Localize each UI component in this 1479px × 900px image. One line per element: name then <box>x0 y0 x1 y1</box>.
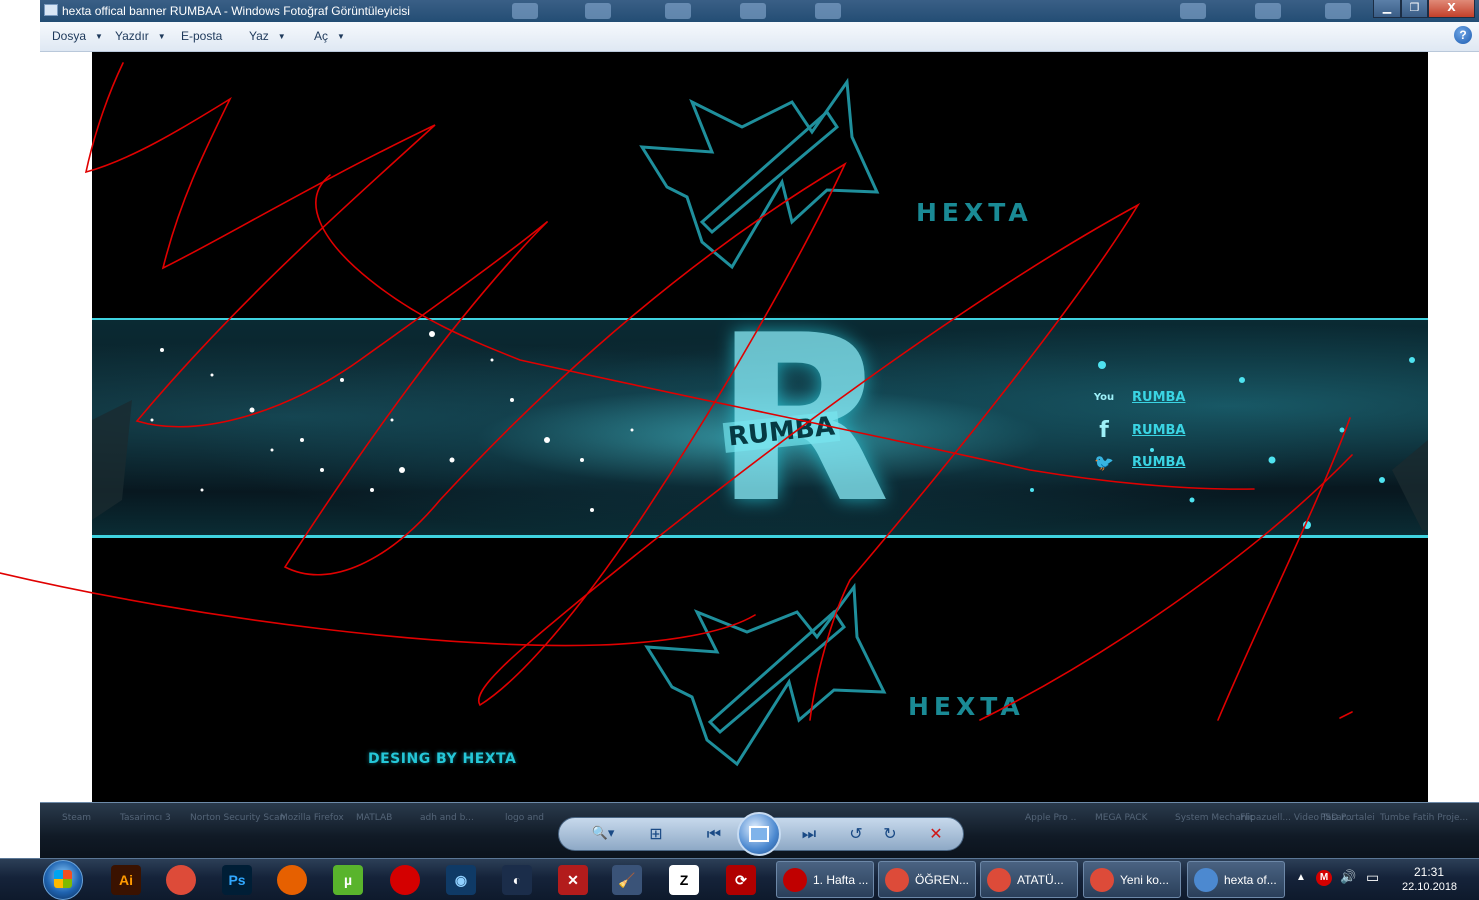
task-chrome-3-icon <box>1090 868 1114 892</box>
rotate-clockwise-button[interactable]: ↻ <box>875 822 905 846</box>
blurred-desktop-label: logo and <box>505 813 545 823</box>
viewer-control-bar: Steam Tasarimcı 3 Norton Security Scan M… <box>40 802 1479 859</box>
brand-text-top: HEXTA <box>916 198 1033 227</box>
blurred-desktop-label: Mozilla Firefox <box>280 813 344 823</box>
hexta-logo-top <box>639 77 880 270</box>
brand-text-bottom: HEXTA <box>908 692 1025 721</box>
ghost-desktop-icon <box>665 3 691 19</box>
banner-image: HEXTA HEXTA DESING BY HEXTA You RUMBA f … <box>92 52 1428 802</box>
social-label: RUMBA <box>1132 423 1186 438</box>
sync-icon[interactable]: ⟳ <box>726 865 756 895</box>
task-label: hexta of... <box>1224 873 1277 887</box>
hexta-logo-bottom <box>644 582 887 767</box>
minimize-button[interactable]: ▁ <box>1373 0 1401 18</box>
cinema4d-icon[interactable]: ◐ <box>502 865 532 895</box>
close-button[interactable]: X <box>1428 0 1475 18</box>
task-label: 1. Hafta ... <box>813 873 869 887</box>
ghost-desktop-icon <box>1180 3 1206 19</box>
menu-ac[interactable]: Aç ▼ <box>314 29 345 43</box>
menu-bar: Dosya ▼ Yazdır ▼ E-posta Yaz ▼ Aç ▼ ? <box>40 22 1479 52</box>
design-credit-text: DESING BY HEXTA <box>368 751 517 767</box>
blurred-desktop-label: adh and b... <box>420 813 474 823</box>
cleaner-icon[interactable]: 🧹 <box>612 865 642 895</box>
chevron-down-icon: ▼ <box>337 32 345 41</box>
ghost-desktop-icon <box>815 3 841 19</box>
illustrator-icon[interactable]: Ai <box>111 865 141 895</box>
blurred-desktop-label: MATLAB <box>356 813 393 823</box>
photoshop-icon[interactable]: Ps <box>222 865 252 895</box>
camera-app-icon[interactable]: ◉ <box>446 865 476 895</box>
zoom-button[interactable]: 🔍▾ <box>585 822 621 846</box>
record-icon[interactable] <box>390 865 420 895</box>
rotate-counterclockwise-button[interactable]: ↺ <box>841 822 871 846</box>
utorrent-icon[interactable]: µ <box>333 865 363 895</box>
blurred-desktop-label: Apple Pro .. <box>1025 813 1077 823</box>
blurred-desktop-label: Tumbe Fatih Proje... <box>1380 813 1469 823</box>
windows-logo-icon <box>54 870 72 888</box>
taskbar: Ai Ps µ ◉ ◐ ✕ 🧹 Z ⟳ 1. Hafta ... ÖĞREN... ATATÜ...… <box>0 858 1479 900</box>
firefox-icon[interactable] <box>277 865 307 895</box>
task-photo-viewer-icon <box>1194 868 1218 892</box>
maximize-button[interactable]: ❐ <box>1401 0 1428 18</box>
task-label: ATATÜ... <box>1017 873 1064 887</box>
menu-e-posta[interactable]: E-posta <box>181 29 222 43</box>
help-icon[interactable]: ? <box>1454 26 1472 44</box>
menu-yazdir[interactable]: Yazdır ▼ <box>115 29 166 43</box>
ghost-desktop-icon <box>740 3 766 19</box>
task-chrome-1[interactable]: ÖĞREN... <box>878 861 976 898</box>
volume-icon[interactable]: 🔊 <box>1340 869 1356 885</box>
slideshow-icon <box>749 826 769 842</box>
chevron-down-icon: ▼ <box>157 32 166 41</box>
ghost-desktop-icon <box>512 3 538 19</box>
social-label: RUMBA <box>1132 455 1186 470</box>
previous-button[interactable]: ⏮ <box>694 822 734 846</box>
system-tray: ▲ M 🔊 ▭ 21:31 22.10.2018 <box>1290 859 1479 900</box>
delete-button[interactable]: ✕ <box>921 822 951 846</box>
photo-viewer-app-icon <box>44 4 58 16</box>
start-button[interactable] <box>43 860 83 900</box>
chevron-down-icon: ▼ <box>95 32 103 41</box>
chevron-down-icon: ▼ <box>277 32 286 41</box>
mega-icon[interactable]: M <box>1316 870 1332 886</box>
slideshow-button[interactable] <box>737 812 781 856</box>
show-hidden-icons-button[interactable]: ▲ <box>1296 872 1306 883</box>
task-label: Yeni ko... <box>1120 873 1169 887</box>
task-chrome-2[interactable]: ATATÜ... <box>980 861 1078 898</box>
task-pdf[interactable]: 1. Hafta ... <box>776 861 874 898</box>
blurred-desktop-label: Norton Security Scan <box>190 813 286 823</box>
task-chrome-3[interactable]: Yeni ko... <box>1083 861 1181 898</box>
next-button[interactable]: ⏭ <box>789 822 829 846</box>
ghost-desktop-icon <box>1325 3 1351 19</box>
task-label: ÖĞREN... <box>915 873 970 887</box>
facebook-icon: f <box>1099 418 1109 443</box>
clock-date[interactable]: 22.10.2018 <box>1402 881 1457 893</box>
menu-yaz[interactable]: Yaz ▼ <box>249 29 286 43</box>
ghost-desktop-icon <box>585 3 611 19</box>
blurred-desktop-label: Tasarimcı 3 <box>120 813 171 823</box>
ghost-desktop-icon <box>1255 3 1281 19</box>
zbrush-icon[interactable]: Z <box>669 865 699 895</box>
task-photo-viewer[interactable]: hexta of... <box>1187 861 1285 898</box>
task-pdf-icon <box>783 868 807 892</box>
blurred-desktop-label: Steam <box>62 813 92 823</box>
actual-size-button[interactable]: ⊞ <box>641 822 671 846</box>
task-chrome-2-icon <box>987 868 1011 892</box>
social-label: RUMBA <box>1132 390 1186 405</box>
chrome-icon[interactable] <box>166 865 196 895</box>
tools-icon[interactable]: ✕ <box>558 865 588 895</box>
clock-time[interactable]: 21:31 <box>1414 865 1444 879</box>
menu-dosya[interactable]: Dosya ▼ <box>52 29 103 43</box>
title-bar[interactable]: hexta offical banner RUMBAA - Windows Fo… <box>40 0 1479 22</box>
network-icon[interactable]: ▭ <box>1366 869 1379 886</box>
blurred-desktop-label: PSD Portalei <box>1320 813 1375 823</box>
twitter-icon: 🐦 <box>1094 453 1114 472</box>
youtube-icon: You <box>1093 392 1115 403</box>
window-title: hexta offical banner RUMBAA - Windows Fo… <box>62 4 410 18</box>
task-chrome-1-icon <box>885 868 909 892</box>
blurred-desktop-label: MEGA PACK <box>1095 813 1148 823</box>
desktop-edge <box>0 0 40 858</box>
